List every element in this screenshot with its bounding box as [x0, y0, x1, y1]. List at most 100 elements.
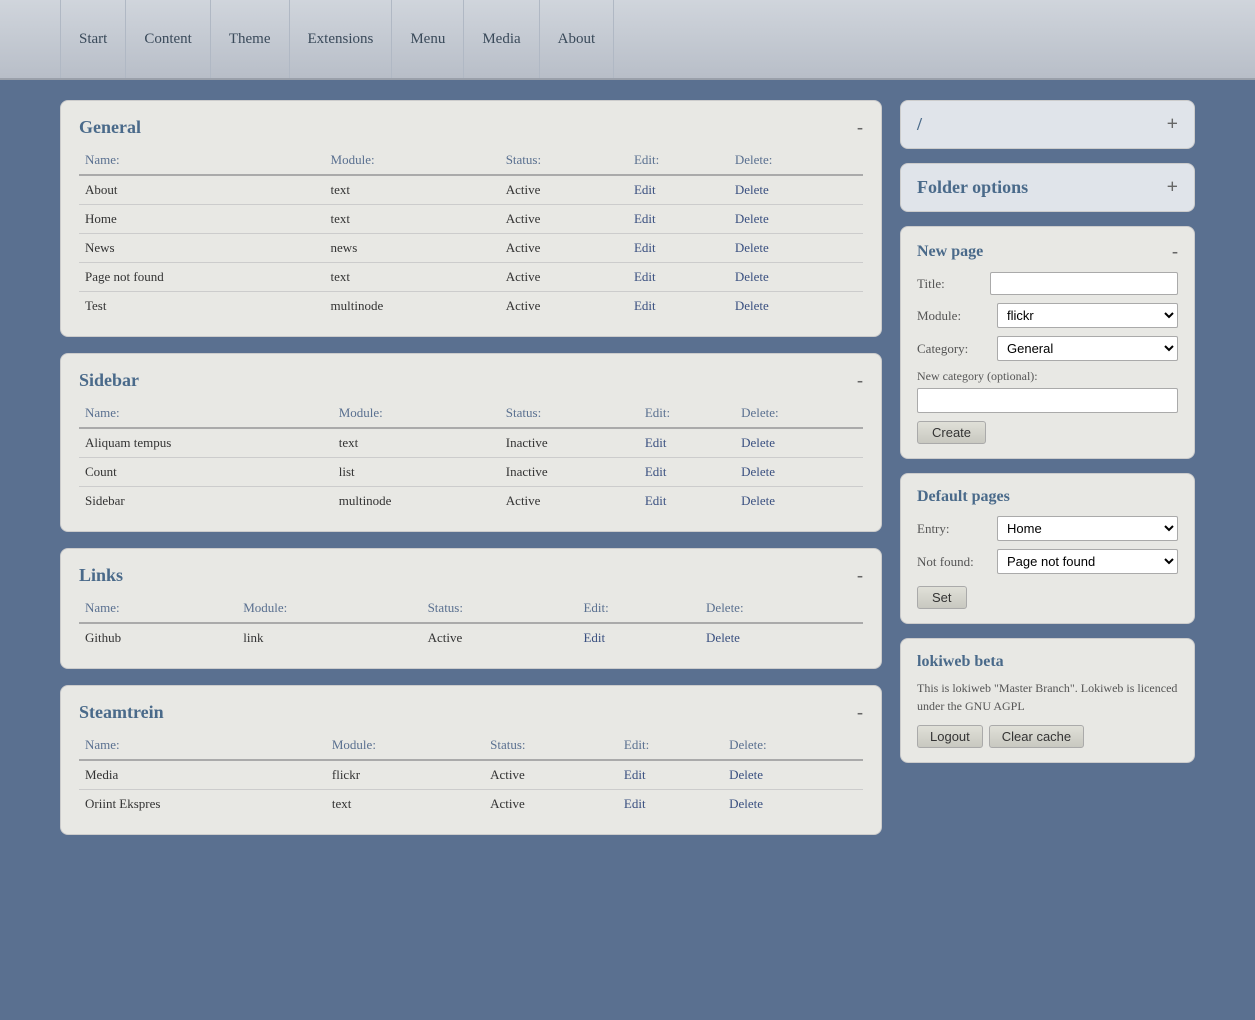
section-sidebar: Sidebar-Name:Module:Status:Edit:Delete:A… [60, 353, 882, 532]
row-module: text [325, 205, 500, 234]
not-found-row: Not found:HomeAboutNewsPage not foundTes… [917, 549, 1178, 574]
table-links: Name:Module:Status:Edit:Delete:Githublin… [79, 596, 863, 652]
set-button[interactable]: Set [917, 586, 967, 609]
row-status: Active [500, 234, 628, 263]
col-header-3: Edit: [577, 596, 700, 623]
top-navigation: StartContentThemeExtensionsMenuMediaAbou… [0, 0, 1255, 80]
col-header-3: Edit: [639, 401, 735, 428]
delete-link[interactable]: Delete [741, 435, 775, 450]
delete-link[interactable]: Delete [735, 298, 769, 313]
delete-link[interactable]: Delete [741, 493, 775, 508]
col-header-0: Name: [79, 148, 325, 175]
nav-item-start[interactable]: Start [60, 0, 126, 78]
section-title-sidebar: Sidebar [79, 370, 139, 391]
logout-button[interactable]: Logout [917, 725, 983, 748]
left-column: General-Name:Module:Status:Edit:Delete:A… [60, 100, 882, 835]
new-page-title: New page [917, 243, 983, 261]
delete-link[interactable]: Delete [729, 796, 763, 811]
delete-link[interactable]: Delete [741, 464, 775, 479]
default-pages-title: Default pages [917, 488, 1178, 506]
edit-link[interactable]: Edit [645, 464, 667, 479]
table-row: Page not foundtextActiveEditDelete [79, 263, 863, 292]
clear-cache-button[interactable]: Clear cache [989, 725, 1084, 748]
row-name: Test [79, 292, 325, 321]
section-toggle-steamtrein[interactable]: - [857, 702, 863, 723]
category-label: Category: [917, 341, 997, 357]
col-header-0: Name: [79, 401, 333, 428]
new-category-label: New category (optional): [917, 369, 1178, 384]
nav-item-content[interactable]: Content [126, 0, 211, 78]
row-name: Github [79, 623, 237, 652]
create-button[interactable]: Create [917, 421, 986, 444]
module-label: Module: [917, 308, 997, 324]
path-text: / [917, 114, 922, 135]
edit-link[interactable]: Edit [645, 493, 667, 508]
col-header-3: Edit: [628, 148, 729, 175]
entry-select[interactable]: HomeAboutNewsPage not foundTest [997, 516, 1178, 541]
col-header-4: Delete: [735, 401, 863, 428]
col-header-2: Status: [484, 733, 618, 760]
new-page-toggle[interactable]: - [1172, 241, 1178, 262]
col-header-0: Name: [79, 596, 237, 623]
folder-options-box: Folder options+ [900, 163, 1195, 212]
delete-link[interactable]: Delete [729, 767, 763, 782]
row-module: flickr [326, 760, 484, 790]
section-header-sidebar: Sidebar - [79, 370, 863, 391]
nav-item-extensions[interactable]: Extensions [290, 0, 393, 78]
row-status: Active [484, 790, 618, 819]
nav-item-theme[interactable]: Theme [211, 0, 290, 78]
edit-link[interactable]: Edit [634, 240, 656, 255]
not-found-label: Not found: [917, 554, 997, 570]
path-plus-icon[interactable]: + [1167, 113, 1178, 136]
module-select[interactable]: flickrtextnewslinkmultinodelist [997, 303, 1178, 328]
col-header-1: Module: [325, 148, 500, 175]
table-row: Oriint EksprestextActiveEditDelete [79, 790, 863, 819]
table-row: CountlistInactiveEditDelete [79, 458, 863, 487]
entry-row: Entry:HomeAboutNewsPage not foundTest [917, 516, 1178, 541]
col-header-4: Delete: [729, 148, 863, 175]
edit-link[interactable]: Edit [634, 269, 656, 284]
section-title-steamtrein: Steamtrein [79, 702, 164, 723]
table-row: MediaflickrActiveEditDelete [79, 760, 863, 790]
section-header-links: Links- [79, 565, 863, 586]
table-general: Name:Module:Status:Edit:Delete:Abouttext… [79, 148, 863, 320]
section-title-general: General [79, 117, 141, 138]
edit-link[interactable]: Edit [634, 298, 656, 313]
col-header-2: Status: [500, 401, 639, 428]
delete-link[interactable]: Delete [735, 240, 769, 255]
row-name: Sidebar [79, 487, 333, 516]
new-page-title-row: Title: [917, 272, 1178, 295]
new-page-category-row: Category:GeneralSidebarLinksSteamtrein [917, 336, 1178, 361]
delete-link[interactable]: Delete [735, 182, 769, 197]
section-toggle-general[interactable]: - [857, 117, 863, 138]
new-category-input[interactable] [917, 388, 1178, 413]
delete-link[interactable]: Delete [735, 269, 769, 284]
row-module: text [333, 428, 500, 458]
delete-link[interactable]: Delete [735, 211, 769, 226]
edit-link[interactable]: Edit [624, 796, 646, 811]
row-module: text [326, 790, 484, 819]
not-found-select[interactable]: HomeAboutNewsPage not foundTest [997, 549, 1178, 574]
col-header-2: Status: [500, 148, 628, 175]
edit-link[interactable]: Edit [583, 630, 605, 645]
col-header-3: Edit: [618, 733, 723, 760]
row-module: list [333, 458, 500, 487]
edit-link[interactable]: Edit [624, 767, 646, 782]
nav-item-about[interactable]: About [540, 0, 615, 78]
row-name: Aliquam tempus [79, 428, 333, 458]
edit-link[interactable]: Edit [645, 435, 667, 450]
row-status: Active [500, 292, 628, 321]
edit-link[interactable]: Edit [634, 182, 656, 197]
category-select[interactable]: GeneralSidebarLinksSteamtrein [997, 336, 1178, 361]
row-name: Media [79, 760, 326, 790]
delete-link[interactable]: Delete [706, 630, 740, 645]
title-input[interactable] [990, 272, 1178, 295]
edit-link[interactable]: Edit [634, 211, 656, 226]
nav-item-menu[interactable]: Menu [392, 0, 464, 78]
new-page-module-row: Module:flickrtextnewslinkmultinodelist [917, 303, 1178, 328]
section-toggle-sidebar[interactable]: - [857, 370, 863, 391]
folder-options-plus-icon[interactable]: + [1167, 176, 1178, 199]
main-content: General-Name:Module:Status:Edit:Delete:A… [0, 80, 1255, 855]
nav-item-media[interactable]: Media [464, 0, 539, 78]
section-toggle-links[interactable]: - [857, 565, 863, 586]
